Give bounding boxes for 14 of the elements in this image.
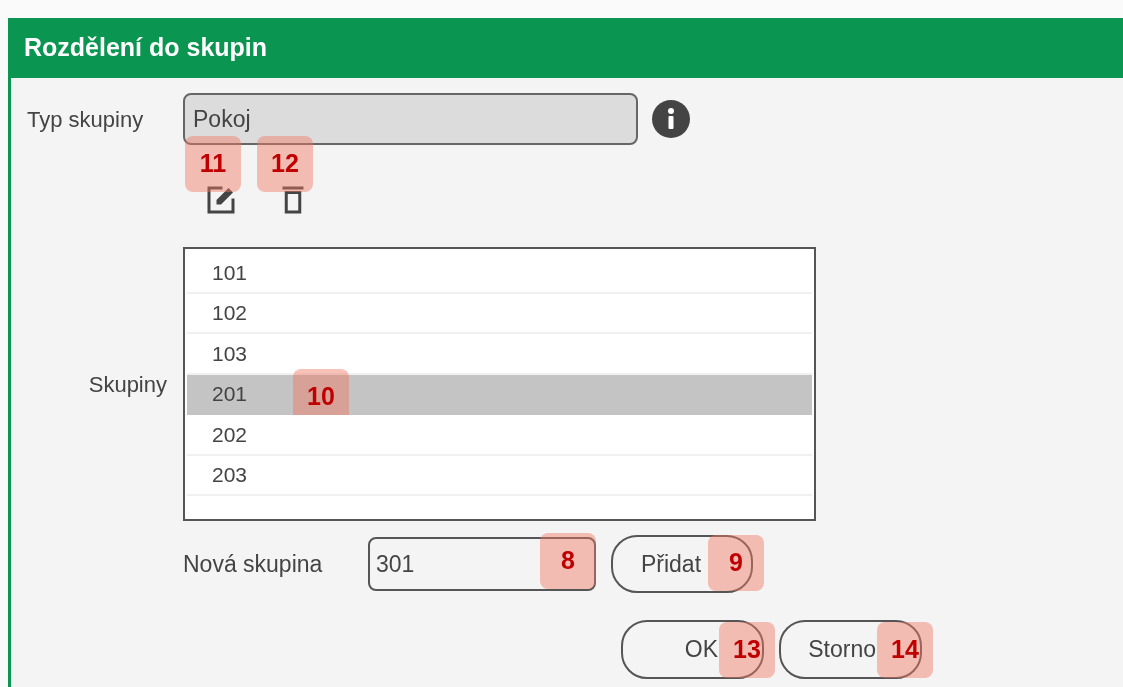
callout-badge: 14 — [877, 622, 933, 678]
window-title: Rozdělení do skupin — [24, 32, 268, 64]
callout-badge: 12 — [257, 136, 313, 192]
callout-badge: 11 — [185, 136, 241, 192]
field-label: Typ skupiny — [26, 105, 145, 134]
callout-badge: 13 — [719, 622, 775, 678]
callout-badge: 8 — [540, 533, 596, 589]
list-item[interactable]: 202 — [187, 415, 812, 456]
info-icon[interactable] — [652, 100, 690, 138]
group-type-field[interactable]: Pokoj — [183, 93, 638, 145]
callout-badge: 9 — [708, 535, 764, 591]
group-list[interactable]: 101 102 103 201 10 202 203 — [183, 247, 816, 521]
field-label: Nová skupina — [183, 549, 324, 579]
list-label: Skupiny — [87, 370, 168, 399]
